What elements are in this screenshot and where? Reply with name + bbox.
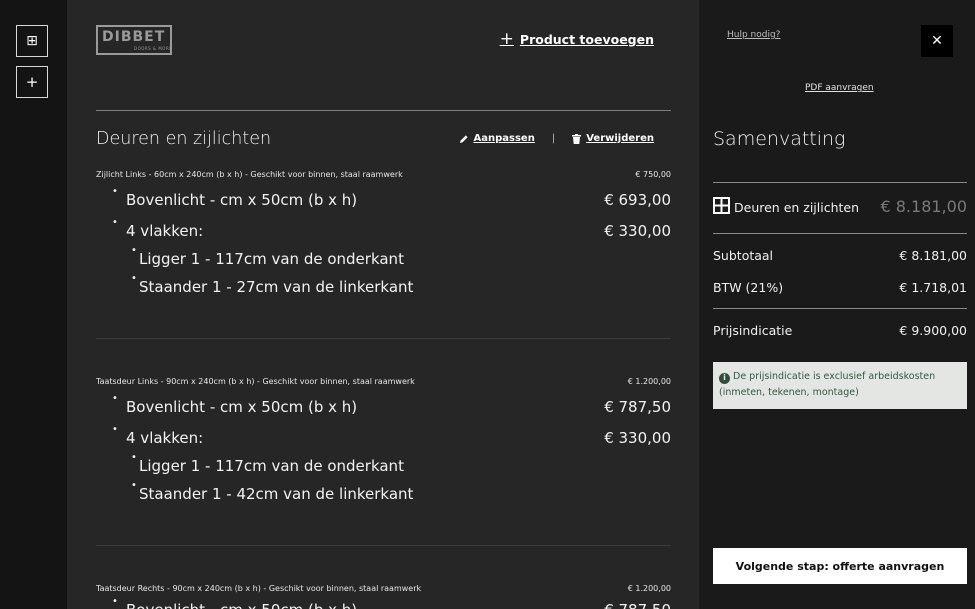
info-icon: i <box>719 372 730 384</box>
line-price: € 787,50 <box>604 398 671 416</box>
add-product-link[interactable]: + Product toevoegen <box>500 31 654 48</box>
estimate-label: Prijsindicatie <box>713 323 793 338</box>
line-label: Ligger 1 - 117cm van de onderkant <box>139 250 404 268</box>
window-icon <box>713 197 730 217</box>
product-item: Taatsdeur Links - 90cm x 240cm (b x h) -… <box>96 377 671 503</box>
info-notice: i De prijsindicatie is exclusief arbeidsk… <box>713 362 967 409</box>
section-title: Deuren en zijlichten <box>96 129 272 149</box>
delete-button[interactable]: Verwijderen <box>572 133 654 144</box>
product-item: Zijlicht Links - 60cm x 240cm (b x h) - … <box>96 170 671 296</box>
product-price: € 750,00 <box>635 170 671 179</box>
edit-button[interactable]: Aanpassen <box>459 133 535 144</box>
left-rail: ⊞ + <box>0 0 67 609</box>
action-separator: | <box>551 133 556 144</box>
next-step-button[interactable]: Volgende stap: offerte aanvragen <box>713 548 967 584</box>
pencil-icon <box>459 134 469 144</box>
brand-logo[interactable]: DIBBET DOORS & MORE <box>96 25 172 55</box>
pdf-request-link[interactable]: PDF aanvragen <box>805 83 874 93</box>
bullet: • <box>131 245 137 256</box>
edit-label: Aanpassen <box>473 133 535 144</box>
summary-divider <box>713 182 967 183</box>
line-price: € 693,00 <box>604 191 671 209</box>
line-price: € 787,50 <box>604 601 671 609</box>
product-description: Zijlicht Links - 60cm x 240cm (b x h) - … <box>96 170 403 179</box>
add-product-label: Product toevoegen <box>519 32 654 47</box>
close-icon: ✕ <box>931 33 943 49</box>
bullet: • <box>131 273 137 284</box>
header-divider <box>96 110 671 111</box>
plus-icon: + <box>25 72 39 91</box>
grid-view-button[interactable]: ⊞ <box>16 25 48 57</box>
line-label: Staander 1 - 27cm van de linkerkant <box>139 278 414 296</box>
info-text: De prijsindicatie is exclusief arbeidsko… <box>719 371 936 398</box>
bullet: • <box>112 186 118 197</box>
line-label: Bovenlicht - cm x 50cm (b x h) <box>126 191 358 209</box>
trash-icon <box>572 133 582 144</box>
product-divider <box>96 545 671 546</box>
line-label: Ligger 1 - 117cm van de onderkant <box>139 457 404 475</box>
line-price: € 330,00 <box>604 222 671 240</box>
bullet: • <box>131 452 137 463</box>
product-price: € 1.200,00 <box>627 584 671 593</box>
delete-label: Verwijderen <box>586 133 654 144</box>
summary-title: Samenvatting <box>713 128 846 150</box>
logo-word: DIBBET <box>102 29 166 45</box>
summary-divider <box>713 233 967 234</box>
section-actions: Aanpassen | Verwijderen <box>459 133 654 144</box>
bullet: • <box>112 217 118 228</box>
summary-panel: Hulp nodig? ✕ PDF aanvragen Samenvatting… <box>699 0 975 609</box>
summary-divider <box>713 308 967 309</box>
grid-icon: ⊞ <box>26 33 38 49</box>
bullet: • <box>131 480 137 491</box>
bullet: • <box>112 596 118 607</box>
estimate-value: € 9.900,00 <box>899 323 967 338</box>
line-label: Bovenlicht - cm x 50cm (b x h) <box>126 398 358 416</box>
plus-icon: + <box>499 29 514 49</box>
product-item: Taatsdeur Rechts - 90cm x 240cm (b x h) … <box>96 584 671 609</box>
main-panel: DIBBET DOORS & MORE + Product toevoegen … <box>67 0 699 609</box>
add-item-button[interactable]: + <box>16 66 48 98</box>
line-price: € 330,00 <box>604 429 671 447</box>
doors-label: Deuren en zijlichten <box>734 200 860 215</box>
vat-value: € 1.718,01 <box>899 280 967 295</box>
subtotal-value: € 8.181,00 <box>899 248 967 263</box>
line-label: 4 vlakken: <box>126 222 204 240</box>
close-button[interactable]: ✕ <box>921 25 953 57</box>
product-description: Taatsdeur Rechts - 90cm x 240cm (b x h) … <box>96 584 422 593</box>
product-price: € 1.200,00 <box>627 377 671 386</box>
doors-value: € 8.181,00 <box>880 197 967 216</box>
line-label: Bovenlicht - cm x 50cm (b x h) <box>126 601 357 609</box>
bullet: • <box>112 393 118 404</box>
line-label: Staander 1 - 42cm van de linkerkant <box>139 485 414 503</box>
subtotal-label: Subtotaal <box>713 248 774 263</box>
vat-label: BTW (21%) <box>713 280 784 295</box>
line-label: 4 vlakken: <box>126 429 204 447</box>
product-description: Taatsdeur Links - 90cm x 240cm (b x h) -… <box>96 377 415 386</box>
help-link[interactable]: Hulp nodig? <box>727 30 780 40</box>
product-divider <box>96 338 671 339</box>
bullet: • <box>112 424 118 435</box>
logo-subtitle: DOORS & MORE <box>134 46 173 51</box>
